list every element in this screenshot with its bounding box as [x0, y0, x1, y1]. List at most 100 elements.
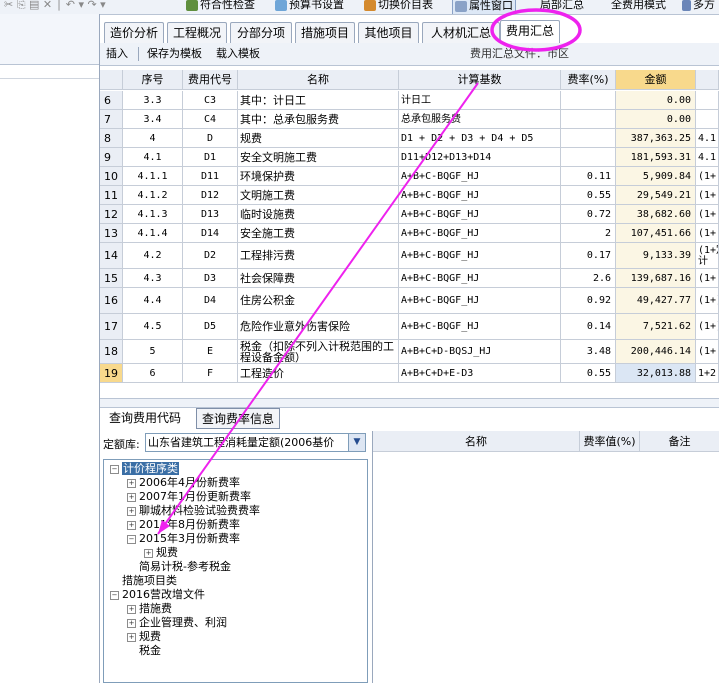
tab-query-fee-code[interactable]: 查询费用代码	[104, 408, 186, 429]
cell-code[interactable]: C3	[183, 91, 238, 110]
cell-row-number[interactable]: 12	[100, 205, 123, 224]
cell-name[interactable]: 其中：总承包服务费	[238, 110, 399, 129]
cell-code[interactable]: C4	[183, 110, 238, 129]
cell-name[interactable]: 工程排污费	[238, 243, 399, 269]
cell-name[interactable]: 其中：计日工	[238, 91, 399, 110]
cell-row-number[interactable]: 10	[100, 167, 123, 186]
cell-rate[interactable]: 0.55	[561, 186, 616, 205]
tree-root-node[interactable]: − 计价程序类	[110, 462, 179, 475]
cell-base[interactable]: A+B+C-BQGF_HJ	[399, 167, 561, 186]
toolbar-compliance-check[interactable]: 符合性检查	[186, 0, 255, 13]
cell-row-number[interactable]: 8	[100, 129, 123, 148]
cell-base[interactable]: A+B+C+D+E-D3	[399, 364, 561, 383]
cell-extra[interactable]	[696, 110, 719, 129]
cell-base[interactable]: A+B+C-BQGF_HJ	[399, 288, 561, 314]
cell-row-number[interactable]: 15	[100, 269, 123, 288]
expand-icon[interactable]: +	[144, 548, 153, 558]
cell-extra[interactable]	[696, 91, 719, 110]
toolbar-switch-pricelist[interactable]: 切换价目表	[364, 0, 433, 13]
cell-code[interactable]: D2	[183, 243, 238, 269]
cell-base[interactable]: D11+D12+D13+D14	[399, 148, 561, 167]
cell-extra[interactable]: 4.1	[696, 148, 719, 167]
load-template-button[interactable]: 载入模板	[216, 43, 260, 65]
tab-other-items[interactable]: 其他项目	[358, 22, 419, 43]
cell-base[interactable]: D1 + D2 + D3 + D4 + D5	[399, 129, 561, 148]
cell-amount[interactable]: 29,549.21	[616, 186, 696, 205]
expand-icon[interactable]: +	[127, 520, 136, 530]
cell-base[interactable]: 总承包服务费	[399, 110, 561, 129]
cell-amount[interactable]: 0.00	[616, 110, 696, 129]
cell-code[interactable]: D5	[183, 314, 238, 340]
grid-header-name[interactable]: 名称	[238, 70, 399, 90]
tab-measures[interactable]: 措施项目	[295, 22, 355, 43]
collapse-icon[interactable]: −	[110, 590, 119, 600]
cell-rate[interactable]: 0.11	[561, 167, 616, 186]
cell-name[interactable]: 住房公积金	[238, 288, 399, 314]
cell-seq[interactable]: 4.1.2	[123, 186, 183, 205]
toolbar-multi[interactable]: 多方	[682, 0, 715, 13]
cell-amount[interactable]: 0.00	[616, 91, 696, 110]
tree-node[interactable]: 简易计税-参考税金	[127, 560, 231, 573]
cell-row-number[interactable]: 18	[100, 340, 123, 364]
insert-button[interactable]: 插入	[106, 43, 128, 65]
cell-rate[interactable]: 0.92	[561, 288, 616, 314]
toolbar-partial-summary[interactable]: 局部汇总	[540, 0, 584, 13]
cell-base[interactable]: A+B+C-BQGF_HJ	[399, 243, 561, 269]
cell-code[interactable]: D	[183, 129, 238, 148]
cell-extra[interactable]: (1+	[696, 269, 719, 288]
toolbar-budget-settings[interactable]: 预算书设置	[275, 0, 344, 13]
cell-rate[interactable]: 2.6	[561, 269, 616, 288]
cell-code[interactable]: D13	[183, 205, 238, 224]
cell-extra[interactable]: (1+	[696, 186, 719, 205]
cell-extra[interactable]: (1+)	[696, 288, 719, 314]
cell-name[interactable]: 安全文明施工费	[238, 148, 399, 167]
cell-name[interactable]: 工程造价	[238, 364, 399, 383]
cell-rate[interactable]: 2	[561, 224, 616, 243]
cell-amount[interactable]: 7,521.62	[616, 314, 696, 340]
cell-extra[interactable]: (1+	[696, 205, 719, 224]
cell-extra[interactable]: (1+	[696, 224, 719, 243]
cell-seq[interactable]: 3.3	[123, 91, 183, 110]
cell-extra[interactable]: (1+	[696, 167, 719, 186]
cell-seq[interactable]: 4.5	[123, 314, 183, 340]
cell-extra[interactable]: (1+)	[696, 314, 719, 340]
cell-code[interactable]: D14	[183, 224, 238, 243]
expand-icon[interactable]: +	[127, 478, 136, 488]
collapse-icon[interactable]: −	[127, 534, 136, 544]
cell-seq[interactable]: 4.1.3	[123, 205, 183, 224]
horizontal-splitter[interactable]	[100, 398, 719, 408]
tab-cost-analysis[interactable]: 造价分析	[104, 22, 164, 43]
cell-seq[interactable]: 6	[123, 364, 183, 383]
grid-header-seq[interactable]: 序号	[123, 70, 183, 90]
cell-row-number[interactable]: 9	[100, 148, 123, 167]
cell-name[interactable]: 危险作业意外伤害保险	[238, 314, 399, 340]
grid-header-base[interactable]: 计算基数	[399, 70, 561, 90]
cell-rate[interactable]	[561, 148, 616, 167]
tree-node[interactable]: +2006年4月份新费率	[127, 476, 240, 489]
cell-seq[interactable]: 4.3	[123, 269, 183, 288]
cell-code[interactable]: D3	[183, 269, 238, 288]
grid-header-amount[interactable]: 金额	[616, 70, 696, 90]
cell-seq[interactable]: 4	[123, 129, 183, 148]
tab-query-rate-info[interactable]: 查询费率信息	[196, 408, 280, 429]
cell-extra[interactable]: (1+定计	[696, 243, 719, 269]
cell-amount[interactable]: 9,133.39	[616, 243, 696, 269]
tab-sub-items[interactable]: 分部分项	[230, 22, 292, 43]
cell-amount[interactable]: 387,363.25	[616, 129, 696, 148]
cell-code[interactable]: D4	[183, 288, 238, 314]
cell-seq[interactable]: 4.1.4	[123, 224, 183, 243]
cell-seq[interactable]: 5	[123, 340, 183, 364]
tree-node[interactable]: −2016营改增文件	[110, 588, 205, 601]
cell-amount[interactable]: 200,446.14	[616, 340, 696, 364]
cell-amount[interactable]: 38,682.60	[616, 205, 696, 224]
tree-node[interactable]: + 措施费	[127, 602, 172, 615]
tree-node[interactable]: +2007年1月份更新费率	[127, 490, 251, 503]
cell-amount[interactable]: 139,687.16	[616, 269, 696, 288]
cell-amount[interactable]: 107,451.66	[616, 224, 696, 243]
grid-header-rate[interactable]: 费率(%)	[561, 70, 616, 90]
cell-base[interactable]: A+B+C-BQGF_HJ	[399, 224, 561, 243]
tree-node[interactable]: + 聊城材料检验试验费费率	[127, 504, 260, 517]
undo-redo-icons[interactable]: ✂ ⎘ ▤ ✕ │ ↶ ▾ ↷ ▾	[4, 0, 106, 13]
cell-rate[interactable]: 0.17	[561, 243, 616, 269]
cell-base[interactable]: A+B+C+D-BQSJ_HJ	[399, 340, 561, 364]
